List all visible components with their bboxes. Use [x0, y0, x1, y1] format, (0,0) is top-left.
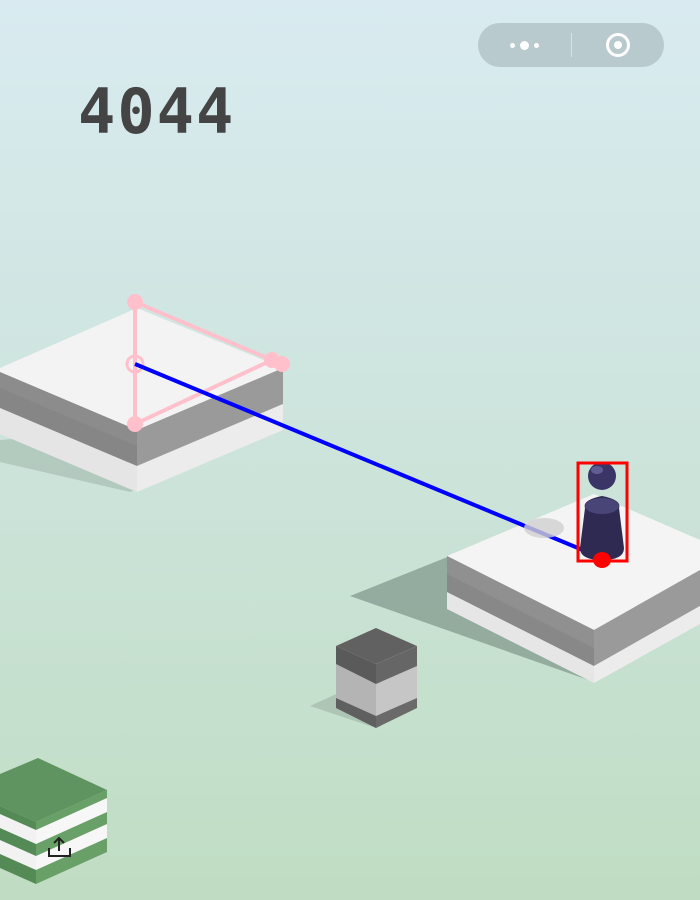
mini-program-capsule: [478, 23, 664, 67]
small-dark-block: [310, 628, 417, 728]
more-menu-button[interactable]: [478, 23, 571, 67]
game-scene[interactable]: 4044: [0, 0, 700, 900]
more-dots-icon: [510, 40, 539, 50]
right-platform: [447, 494, 700, 683]
landing-point-marker: [593, 552, 611, 568]
target-circle-icon: [606, 33, 630, 57]
green-block: [0, 758, 107, 884]
close-mini-program-button[interactable]: [572, 23, 664, 67]
score-display: 4044: [78, 75, 235, 148]
